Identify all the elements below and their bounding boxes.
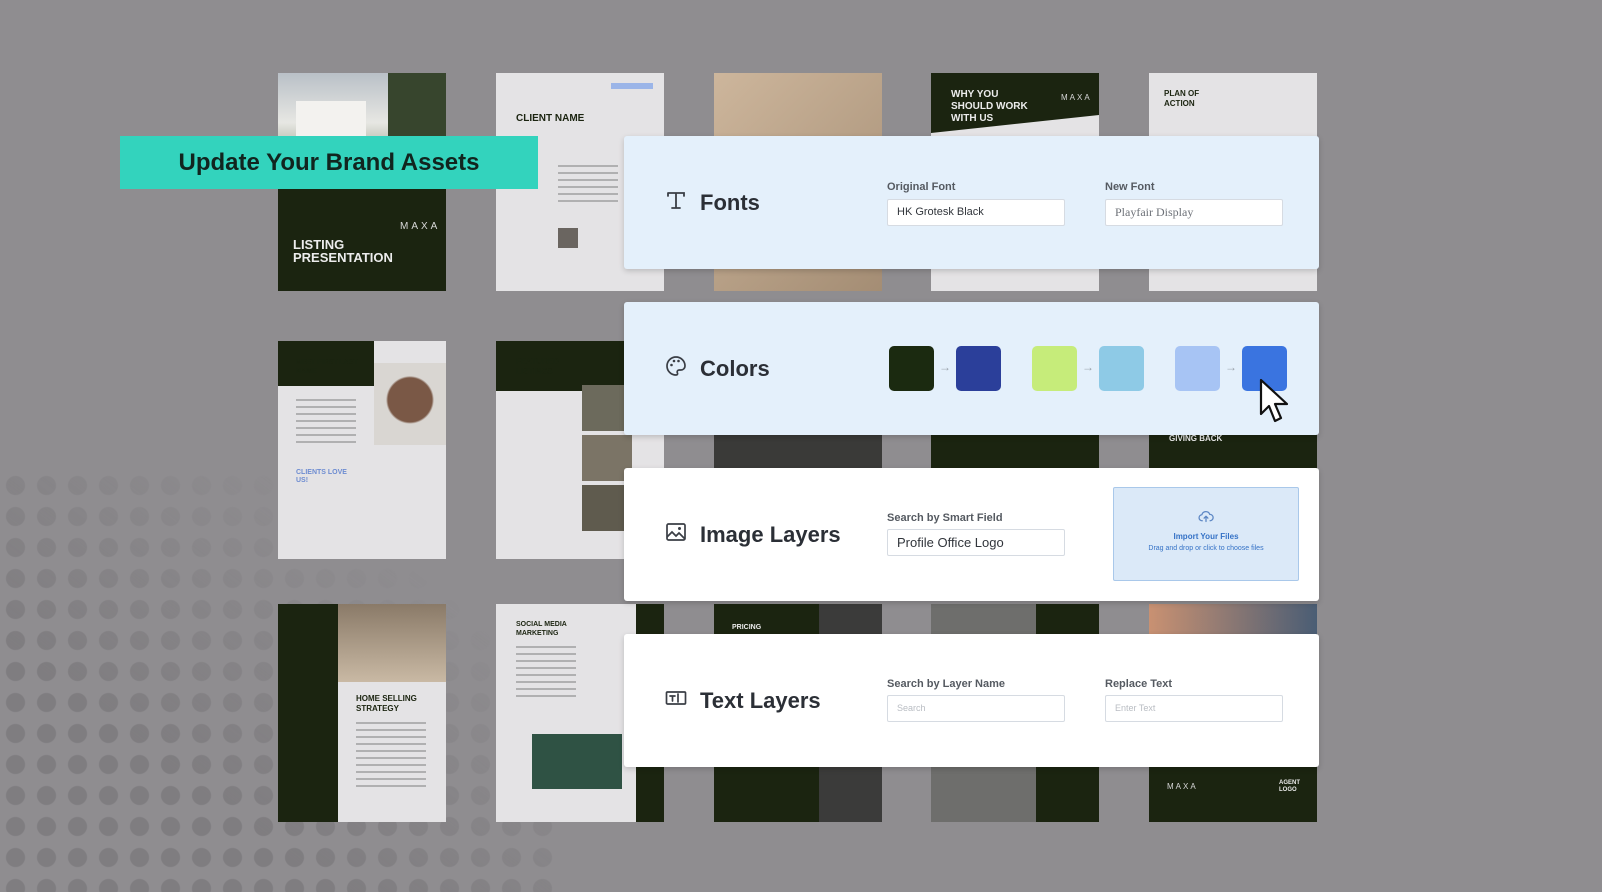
import-files-hint: Drag and drop or click to choose files (1148, 545, 1264, 552)
slide-title: LISTING PRESENTATION (293, 237, 393, 265)
brand-logo: MAXA (1061, 93, 1092, 102)
color-swatch-original[interactable] (889, 346, 934, 391)
slide-title: PRICING (732, 624, 762, 631)
arrow-right-icon: → (1082, 360, 1094, 374)
text-layer-icon (664, 686, 688, 716)
agent-photo (374, 363, 446, 445)
colors-panel-title: Colors (664, 354, 770, 384)
color-swatch-original[interactable] (1175, 346, 1220, 391)
interior-photo (338, 604, 446, 682)
avatar (558, 228, 578, 248)
side-block (278, 604, 338, 822)
fonts-panel-title: Fonts (664, 188, 760, 218)
layer-name-search-input[interactable]: Search (887, 695, 1065, 722)
new-font-label: New Font (1105, 181, 1155, 193)
template-thumbnail[interactable]: HOME SELLING STRATEGY (278, 604, 446, 822)
text-t-icon (664, 188, 688, 218)
smart-field-search-input[interactable]: Profile Office Logo (887, 529, 1065, 556)
image-icon (664, 520, 688, 550)
sky-photo (1149, 604, 1317, 634)
image-layers-panel: Image Layers Search by Smart Field Profi… (624, 468, 1319, 601)
template-thumbnail[interactable]: MEET FIRST LAST NAME CLIENTS LOVE US! (278, 341, 446, 559)
arrow-right-icon: → (1225, 360, 1237, 374)
color-swatch-new[interactable] (956, 346, 1001, 391)
slide-title: SOCIAL MEDIA MARKETING (516, 621, 567, 637)
original-font-field[interactable]: HK Grotesk Black (887, 199, 1065, 226)
fonts-panel: Fonts Original Font HK Grotesk Black New… (624, 136, 1319, 269)
section-subtitle: CLIENTS LOVE US! (296, 469, 347, 484)
brand-logo: MAXA (1167, 782, 1198, 791)
slide-title: WHY YOU SHOULD WORK WITH US (951, 89, 1028, 124)
arrow-right-icon: → (939, 360, 951, 374)
body-text (356, 722, 426, 792)
colors-panel: Colors → → → (624, 302, 1319, 435)
brand-logo: MAXA (400, 221, 441, 232)
body-text (296, 399, 356, 448)
body-text (516, 646, 576, 702)
file-drop-zone[interactable]: Import Your Files Drag and drop or click… (1113, 487, 1299, 581)
color-swatch-original[interactable] (1032, 346, 1077, 391)
smart-field-search-label: Search by Smart Field (887, 512, 1003, 524)
agent-logo: AGENT LOGO (1279, 780, 1300, 793)
layer-name-search-label: Search by Layer Name (887, 678, 1006, 690)
color-swatch-new[interactable] (1099, 346, 1144, 391)
cloud-upload-icon (1114, 508, 1298, 528)
text-layers-panel-title: Text Layers (664, 686, 821, 716)
slide-title: FEATURED LISTINGS (516, 357, 559, 376)
slide-title: PLAN OF ACTION (1164, 89, 1200, 108)
palette-icon (664, 354, 688, 384)
slide-title: MEET FIRST LAST NAME (296, 359, 358, 375)
social-photo (532, 734, 622, 789)
text-layers-panel: Text Layers Search by Layer Name Search … (624, 634, 1319, 767)
original-font-label: Original Font (887, 181, 956, 193)
replace-text-input[interactable]: Enter Text (1105, 695, 1283, 722)
slide-title: HOME SELLING STRATEGY (356, 694, 417, 713)
replace-text-label: Replace Text (1105, 678, 1173, 690)
import-files-label: Import Your Files (1173, 532, 1239, 541)
new-font-field[interactable]: Playfair Display (1105, 199, 1283, 226)
body-text (558, 165, 618, 207)
slide-title: CLIENT NAME (516, 113, 585, 124)
page-banner: Update Your Brand Assets (120, 136, 538, 189)
image-layers-panel-title: Image Layers (664, 520, 841, 550)
accent-bar (611, 83, 653, 89)
mouse-cursor-icon (1259, 378, 1289, 423)
